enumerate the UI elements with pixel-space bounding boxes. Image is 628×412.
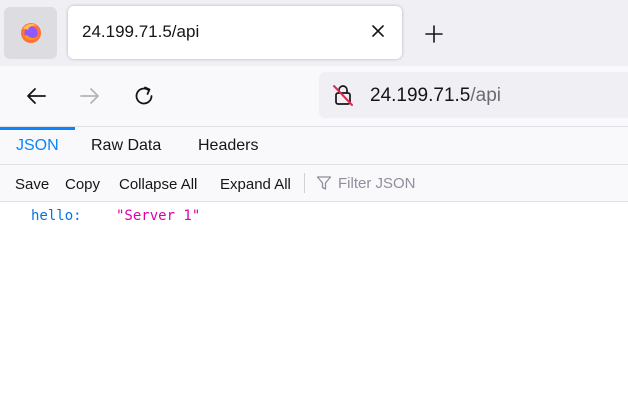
copy-button[interactable]: Copy [65, 176, 100, 193]
url-bar[interactable]: 24.199.71.5/api [319, 72, 628, 118]
json-value: "Server 1" [116, 208, 201, 224]
firefox-icon [20, 23, 41, 43]
close-tab-button[interactable] [368, 21, 388, 41]
browser-tab[interactable]: 24.199.71.5/api [68, 6, 402, 59]
save-button[interactable]: Save [15, 176, 49, 193]
active-tab-indicator [0, 127, 75, 130]
tab-json[interactable]: JSON [16, 137, 59, 155]
arrow-right-icon [80, 88, 99, 104]
tab-raw-data[interactable]: Raw Data [91, 137, 161, 155]
json-viewer-tabs: JSON Raw Data Headers [0, 127, 628, 165]
toolbar-divider [304, 173, 305, 193]
new-tab-button[interactable] [420, 20, 448, 48]
collapse-all-button[interactable]: Collapse All [119, 176, 197, 193]
filter-icon [316, 176, 332, 190]
back-button[interactable] [22, 82, 50, 110]
expand-all-button[interactable]: Expand All [220, 176, 291, 193]
insecure-lock-icon[interactable] [331, 83, 355, 107]
url-host: 24.199.71.5 [370, 85, 471, 106]
tab-title: 24.199.71.5/api [82, 22, 200, 41]
url-path: /api [470, 85, 502, 106]
forward-button[interactable] [76, 82, 104, 110]
filter-json-input[interactable] [338, 173, 588, 193]
navigation-toolbar: 24.199.71.5/api [0, 66, 628, 127]
close-icon [372, 25, 384, 37]
tab-strip: 24.199.71.5/api [0, 0, 628, 66]
reload-icon [135, 86, 153, 105]
firefox-view-button[interactable] [4, 7, 57, 59]
json-row[interactable]: hello: "Server 1" [0, 206, 628, 226]
plus-icon [425, 25, 443, 43]
url-text[interactable]: 24.199.71.5/api [370, 85, 501, 107]
tab-headers[interactable]: Headers [198, 137, 258, 155]
arrow-left-icon [27, 88, 46, 104]
json-toolbar: Save Copy Collapse All Expand All [0, 165, 628, 202]
reload-button[interactable] [130, 82, 158, 110]
json-key: hello: [31, 208, 82, 224]
